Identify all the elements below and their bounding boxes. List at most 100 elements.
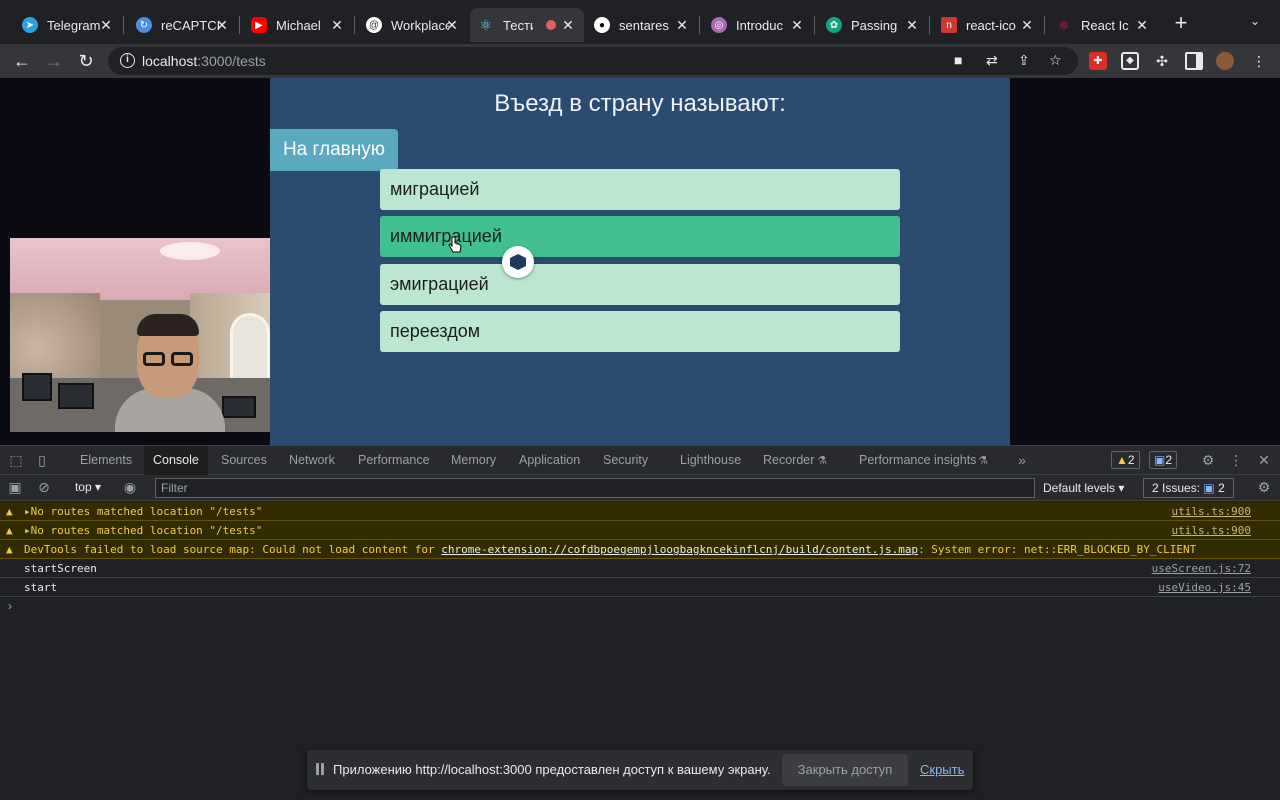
side-panel-icon[interactable] <box>1185 52 1203 70</box>
camera-icon[interactable]: ■ <box>954 52 962 68</box>
warnings-badge[interactable]: ▲2 <box>1111 451 1140 469</box>
console-prompt-icon[interactable]: › <box>8 599 12 613</box>
warnings-count: 2 <box>1127 453 1135 467</box>
tab-network[interactable]: Network <box>289 453 335 467</box>
inspect-element-icon[interactable]: ⬚ <box>8 452 24 469</box>
source-link[interactable]: useScreen.js:72 <box>1152 559 1251 578</box>
close-tab-icon[interactable]: ✕ <box>214 17 230 34</box>
console-log-row: startScreen useScreen.js:72 <box>0 559 1280 578</box>
tab-passing[interactable]: ✿ Passing ✕ <box>818 8 928 42</box>
url-host: localhost <box>142 53 198 69</box>
page-viewport: Въезд в страну называют: На главную мигр… <box>0 78 1280 445</box>
tab-sources[interactable]: Sources <box>221 453 267 467</box>
tab-react-icons-npm[interactable]: n react-ico ✕ <box>933 8 1043 42</box>
tab-application[interactable]: Application <box>519 453 580 467</box>
tab-github[interactable]: ● sentares ✕ <box>586 8 698 42</box>
source-link[interactable]: useVideo.js:45 <box>1158 578 1251 597</box>
site-info-icon[interactable]: i <box>120 53 135 68</box>
sidebar-toggle-icon[interactable]: ▣ <box>7 479 23 496</box>
tab-memory[interactable]: Memory <box>451 453 496 467</box>
browser-tab-strip: ➤ Telegram ✕ ↻ reCAPTCHA ✕ ▶ Michael ✕ @… <box>0 0 1280 44</box>
console-settings-gear-icon[interactable]: ⚙ <box>1256 479 1272 496</box>
tab-title: Workplace <box>391 17 449 33</box>
stop-sharing-button[interactable]: Закрыть доступ <box>782 754 908 786</box>
home-button[interactable]: На главную <box>270 129 398 171</box>
tab-title: React Ic <box>1081 17 1129 33</box>
close-tab-icon[interactable]: ✕ <box>560 17 576 34</box>
back-button[interactable]: ← <box>10 50 34 72</box>
messages-count: 2 <box>1165 453 1173 467</box>
question-title: Въезд в страну называют: <box>494 90 786 117</box>
tab-search-icon[interactable]: ⌄ <box>1250 14 1260 28</box>
devtools-tab-bar: ⬚ ▯ Elements Console Sources Network Per… <box>0 446 1280 475</box>
console-filter-input[interactable]: Filter <box>155 478 1035 498</box>
address-bar[interactable]: i localhost:3000/tests ■ ⇄ ⇪ ☆ <box>108 47 1078 75</box>
new-tab-button[interactable]: + <box>1170 10 1192 36</box>
source-map-link[interactable]: chrome-extension://cofdbpoegempjloogbagk… <box>441 543 918 556</box>
settings-gear-icon[interactable]: ⚙ <box>1200 452 1216 469</box>
log-levels-dropdown[interactable]: Default levels ▾ <box>1043 481 1124 495</box>
tab-recorder[interactable]: Recorder <box>763 453 814 467</box>
forward-button[interactable]: → <box>42 50 66 72</box>
messages-badge[interactable]: ▣2 <box>1149 451 1178 469</box>
close-tab-icon[interactable]: ✕ <box>98 17 114 34</box>
close-tab-icon[interactable]: ✕ <box>1019 17 1035 34</box>
answer-option[interactable]: переездом <box>380 311 900 352</box>
console-message[interactable]: ▸No routes matched location "/tests" <box>24 502 262 521</box>
close-tab-icon[interactable]: ✕ <box>444 17 460 34</box>
console-message: start <box>24 581 58 594</box>
extensions-puzzle-icon[interactable]: ✣ <box>1153 52 1171 70</box>
extension-red-icon[interactable]: ✚ <box>1089 52 1107 70</box>
chrome-menu-icon[interactable]: ⋮ <box>1250 52 1268 70</box>
answer-option[interactable]: миграцией <box>380 169 900 210</box>
browser-toolbar: ← → ↻ i localhost:3000/tests ■ ⇄ ⇪ ☆ ✚ ◆… <box>0 44 1280 78</box>
context-label: top <box>74 480 92 494</box>
console-toolbar: ▣ ⊘ top ▾ ◉ Filter Default levels ▾ 2 Is… <box>0 475 1280 501</box>
profile-avatar[interactable] <box>1216 52 1234 70</box>
hide-button[interactable]: Скрыть <box>920 762 964 777</box>
tab-workplace[interactable]: @ Workplace ✕ <box>358 8 468 42</box>
tab-lighthouse[interactable]: Lighthouse <box>680 453 741 467</box>
close-tab-icon[interactable]: ✕ <box>329 17 345 34</box>
tab-introduction[interactable]: ◎ Introduc ✕ <box>703 8 813 42</box>
devtools-menu-icon[interactable]: ⋮ <box>1228 452 1244 469</box>
telegram-icon: ➤ <box>22 17 38 33</box>
webcam-video-preview <box>10 238 270 432</box>
drag-handle-icon[interactable] <box>316 763 324 775</box>
close-tab-icon[interactable]: ✕ <box>1134 17 1150 34</box>
answer-option[interactable]: эмиграцией <box>380 264 900 305</box>
hand-cursor-icon <box>448 236 462 253</box>
source-link[interactable]: utils.ts:900 <box>1172 502 1251 521</box>
issues-button[interactable]: 2 Issues: ▣ 2 <box>1143 478 1234 498</box>
close-tab-icon[interactable]: ✕ <box>674 17 690 34</box>
live-expression-eye-icon[interactable]: ◉ <box>122 479 138 496</box>
tab-recaptcha[interactable]: ↻ reCAPTCHA ✕ <box>128 8 238 42</box>
extension-floating-icon[interactable] <box>502 246 534 278</box>
tab-elements[interactable]: Elements <box>80 453 132 467</box>
console-message[interactable]: ▸No routes matched location "/tests" <box>24 521 262 540</box>
bookmark-star-icon[interactable]: ☆ <box>1049 52 1062 69</box>
tab-separator <box>1044 16 1045 34</box>
more-tabs-icon[interactable]: » <box>1014 452 1030 468</box>
share-icon[interactable]: ⇪ <box>1018 52 1030 69</box>
close-tab-icon[interactable]: ✕ <box>904 17 920 34</box>
close-devtools-icon[interactable]: ✕ <box>1256 452 1272 469</box>
tab-youtube[interactable]: ▶ Michael ✕ <box>243 8 353 42</box>
tab-performance[interactable]: Performance <box>358 453 430 467</box>
reload-button[interactable]: ↻ <box>74 50 98 72</box>
translate-icon[interactable]: ⇄ <box>986 52 998 69</box>
url-text[interactable]: localhost:3000/tests <box>142 53 266 69</box>
device-toolbar-icon[interactable]: ▯ <box>34 452 50 469</box>
tab-tests-active[interactable]: ⚛ Тести ✕ <box>470 8 584 42</box>
clear-console-icon[interactable]: ⊘ <box>36 479 52 496</box>
context-select[interactable]: top ▾ <box>70 480 106 494</box>
tab-title: Telegram <box>47 17 101 33</box>
tab-security[interactable]: Security <box>603 453 648 467</box>
tab-performance-insights[interactable]: Performance insights <box>859 453 976 467</box>
source-link[interactable]: utils.ts:900 <box>1172 521 1251 540</box>
extension-hex-icon[interactable]: ◆ <box>1121 52 1139 70</box>
close-tab-icon[interactable]: ✕ <box>789 17 805 34</box>
tab-telegram[interactable]: ➤ Telegram ✕ <box>14 8 122 42</box>
tab-console[interactable]: Console <box>144 446 208 475</box>
tab-react-icons[interactable]: ⚛ React Ic ✕ <box>1048 8 1158 42</box>
